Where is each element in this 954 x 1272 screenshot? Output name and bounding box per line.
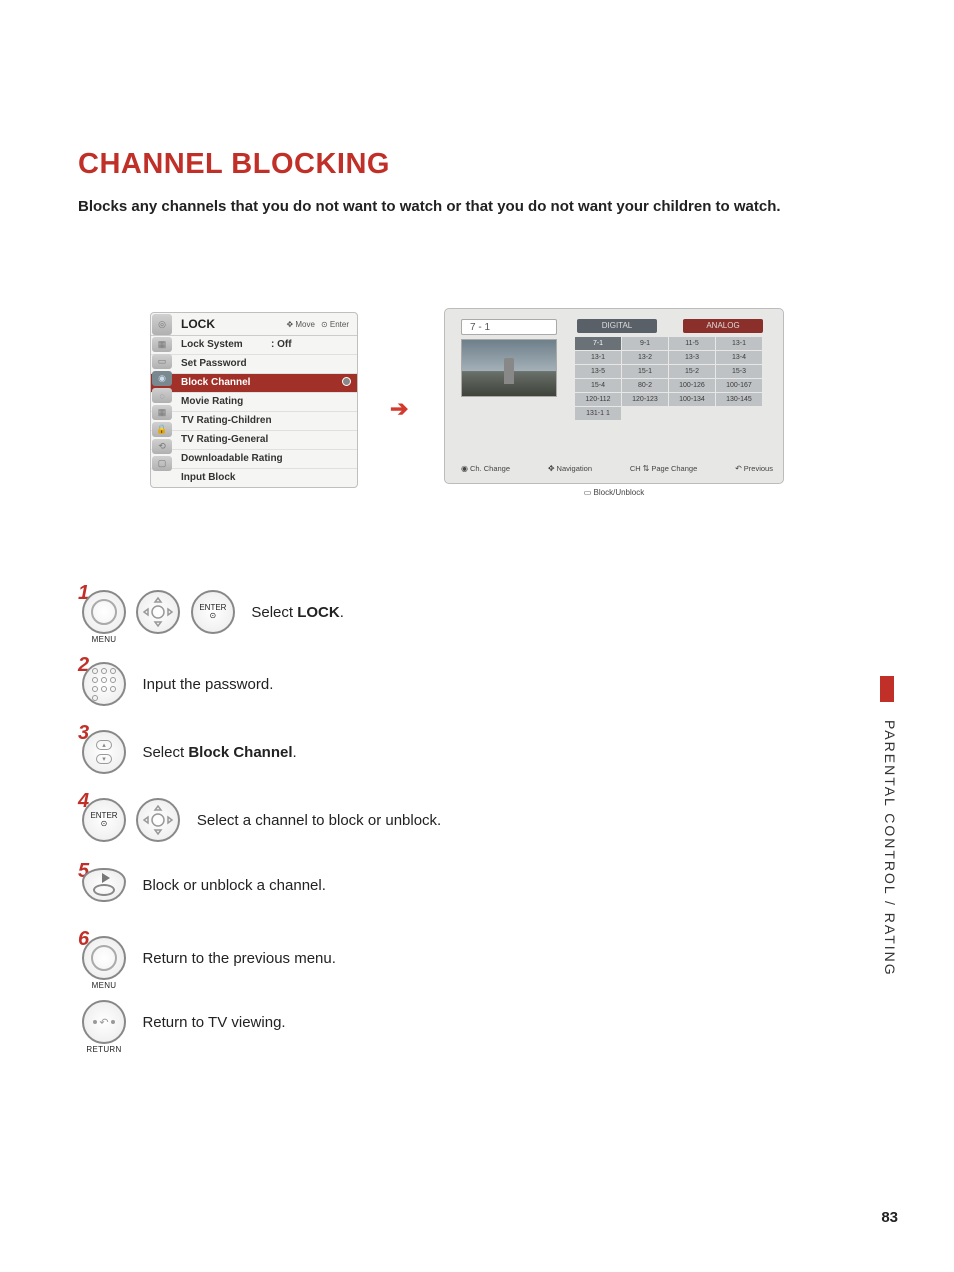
page-number: 83 <box>881 1209 898 1226</box>
page-title: CHANNEL BLOCKING <box>78 148 390 181</box>
play-button-icon <box>82 868 126 902</box>
updown-button-icon: ▴▾ <box>82 730 126 774</box>
cat-icon: ▭ <box>152 354 172 369</box>
dpad-button-icon <box>136 590 180 634</box>
channel-preview-image <box>461 339 557 397</box>
enter-button-icon: ENTER⊙ <box>191 590 235 634</box>
cat-icon: ⟲ <box>152 439 172 454</box>
channel-cell[interactable]: 131-1 1 <box>575 407 621 420</box>
menu-lock-system[interactable]: Lock System: Off <box>151 336 357 355</box>
tab-digital[interactable]: DIGITAL <box>577 319 657 333</box>
osd-channel-grid: 7 - 1 DIGITAL ANALOG 7-1 9-1 11-5 13-1 1… <box>444 308 784 484</box>
menu-input-block[interactable]: Input Block <box>151 469 357 487</box>
channel-cell[interactable]: 120-112 <box>575 393 621 406</box>
channel-cell[interactable]: 100-126 <box>669 379 715 392</box>
cat-icon: ▦ <box>152 337 172 352</box>
channel-cell[interactable]: 11-5 <box>669 337 715 350</box>
hint-enter: ⊙ Enter <box>321 320 349 329</box>
section-tab-indicator <box>880 676 894 702</box>
channel-cell <box>716 407 762 420</box>
channel-grid: 7-1 9-1 11-5 13-1 13-1 13-2 13-3 13-4 13… <box>575 337 762 420</box>
menu-button-icon: MENU <box>82 936 126 980</box>
channel-cell <box>669 407 715 420</box>
return-button-icon: ↶ RETURN <box>82 1000 126 1044</box>
osd-lock-menu: LOCK ✥ Move ⊙ Enter Lock System: Off Set… <box>150 312 358 488</box>
channel-cell[interactable]: 9-1 <box>622 337 668 350</box>
menu-button-icon: MENU <box>82 590 126 634</box>
channel-preview-number: 7 - 1 <box>461 319 557 335</box>
channel-cell[interactable]: 7-1 <box>575 337 621 350</box>
channel-cell[interactable]: 100-167 <box>716 379 762 392</box>
hint-move: ✥ Move <box>286 320 315 329</box>
cat-icon: ▦ <box>152 405 172 420</box>
enter-button-icon: ENTER⊙ <box>82 798 126 842</box>
step-3: 3 ▴▾ Select Block Channel. <box>82 730 297 774</box>
keypad-button-icon <box>82 662 126 706</box>
menu-set-password[interactable]: Set Password <box>151 355 357 374</box>
menu-downloadable-rating[interactable]: Downloadable Rating <box>151 450 357 469</box>
arrow-right-icon: ➔ <box>390 396 408 422</box>
step-4: 4 ENTER⊙ Select a channel to block or un… <box>82 798 441 842</box>
channel-cell[interactable]: 15-4 <box>575 379 621 392</box>
osd-hint-block: ▭ Block/Unblock <box>445 488 783 497</box>
dpad-button-icon <box>136 798 180 842</box>
channel-cell[interactable]: 80-2 <box>622 379 668 392</box>
channel-cell[interactable]: 15-2 <box>669 365 715 378</box>
menu-tv-rating-general[interactable]: TV Rating-General <box>151 431 357 450</box>
menu-tv-rating-children[interactable]: TV Rating-Children <box>151 412 357 431</box>
cat-icon: ◌ <box>152 388 172 403</box>
channel-cell[interactable]: 13-1 <box>575 351 621 364</box>
channel-cell[interactable]: 13-5 <box>575 365 621 378</box>
cat-icon: 🔒 <box>152 422 172 437</box>
step-2: 2 Input the password. <box>82 662 273 706</box>
cat-icon: ◉ <box>152 371 172 386</box>
osd-hints: ◉Ch. Change ✥Navigation CH⇅Page Change ↶… <box>461 464 773 473</box>
step-5: 5 Block or unblock a channel. <box>82 868 326 902</box>
channel-cell[interactable]: 130-145 <box>716 393 762 406</box>
section-label: PARENTAL CONTROL / RATING <box>882 720 898 977</box>
tab-analog[interactable]: ANALOG <box>683 319 763 333</box>
page-subtitle: Blocks any channels that you do not want… <box>78 198 781 215</box>
step-1: 1 MENU ENTER⊙ Select LOCK. <box>82 590 344 634</box>
step-6: 6 MENU Return to the previous menu. <box>82 936 336 980</box>
osd-header: LOCK ✥ Move ⊙ Enter <box>151 313 357 336</box>
lock-category-icon: ◎ <box>152 314 172 335</box>
channel-cell[interactable]: 13-1 <box>716 337 762 350</box>
channel-cell[interactable]: 100-134 <box>669 393 715 406</box>
channel-cell[interactable]: 13-4 <box>716 351 762 364</box>
cat-icon: ▢ <box>152 456 172 471</box>
channel-cell[interactable]: 13-3 <box>669 351 715 364</box>
menu-movie-rating[interactable]: Movie Rating <box>151 393 357 412</box>
channel-cell <box>622 407 668 420</box>
channel-cell[interactable]: 120-123 <box>622 393 668 406</box>
channel-cell[interactable]: 15-1 <box>622 365 668 378</box>
menu-block-channel[interactable]: Block Channel <box>151 374 357 393</box>
step-7: ↶ RETURN Return to TV viewing. <box>82 1000 286 1044</box>
osd-title: LOCK <box>181 317 215 331</box>
channel-cell[interactable]: 15-3 <box>716 365 762 378</box>
selection-indicator-icon <box>342 377 351 386</box>
osd-category-icons: ◎ ▦ ▭ ◉ ◌ ▦ 🔒 ⟲ ▢ <box>152 314 172 473</box>
channel-cell[interactable]: 13-2 <box>622 351 668 364</box>
